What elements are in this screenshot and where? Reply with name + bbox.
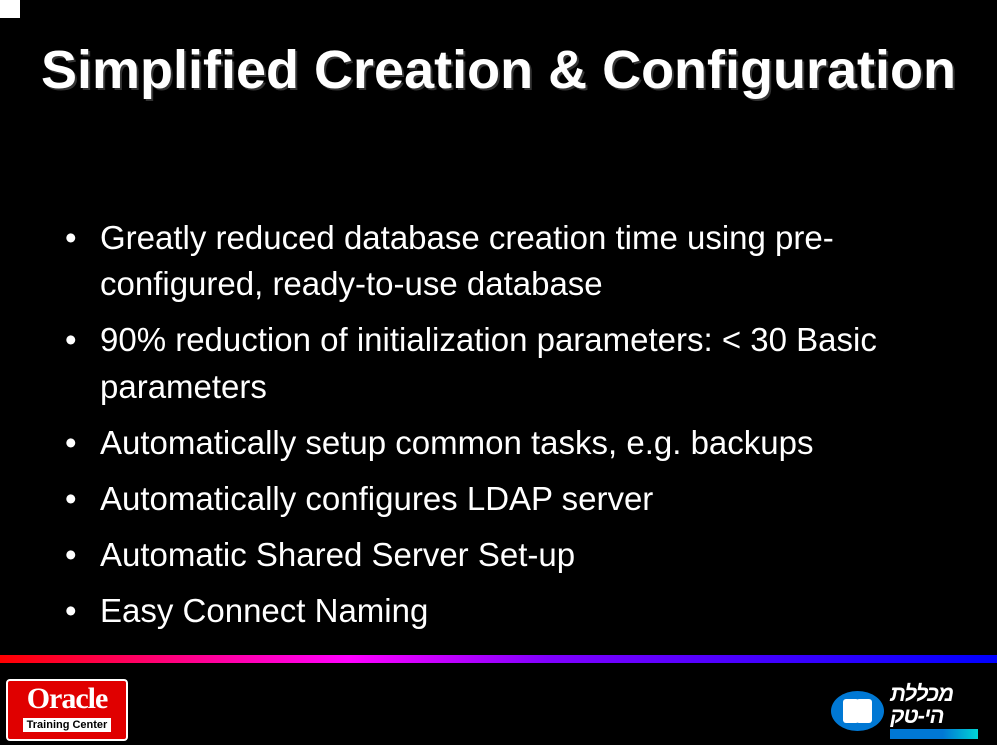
footer: Oracle Training Center מכללת הי-טק — [0, 663, 997, 745]
slide: Simplified Creation & Configuration Grea… — [0, 0, 997, 745]
hitech-logo: מכללת הי-טק — [831, 683, 991, 739]
bullet-item: Easy Connect Naming — [60, 588, 947, 634]
hitech-label: מכללת הי-טק — [890, 681, 953, 728]
hitech-ellipse-icon — [831, 691, 884, 731]
gradient-divider — [0, 655, 997, 663]
slide-body: Greatly reduced database creation time u… — [60, 215, 947, 645]
hitech-text: מכללת הי-טק — [890, 683, 991, 739]
bullet-item: Automatic Shared Server Set-up — [60, 532, 947, 578]
oracle-logo: Oracle Training Center — [6, 679, 128, 741]
bullet-item: Automatically setup common tasks, e.g. b… — [60, 420, 947, 466]
oracle-logo-bottom: Training Center — [23, 718, 112, 732]
bullet-list: Greatly reduced database creation time u… — [60, 215, 947, 635]
bullet-item: 90% reduction of initialization paramete… — [60, 317, 947, 409]
bullet-item: Greatly reduced database creation time u… — [60, 215, 947, 307]
slide-title: Simplified Creation & Configuration — [0, 36, 997, 105]
oracle-logo-top: Oracle — [8, 684, 126, 714]
bullet-item: Automatically configures LDAP server — [60, 476, 947, 522]
hitech-bar-icon — [890, 729, 978, 739]
corner-marker — [0, 0, 20, 18]
